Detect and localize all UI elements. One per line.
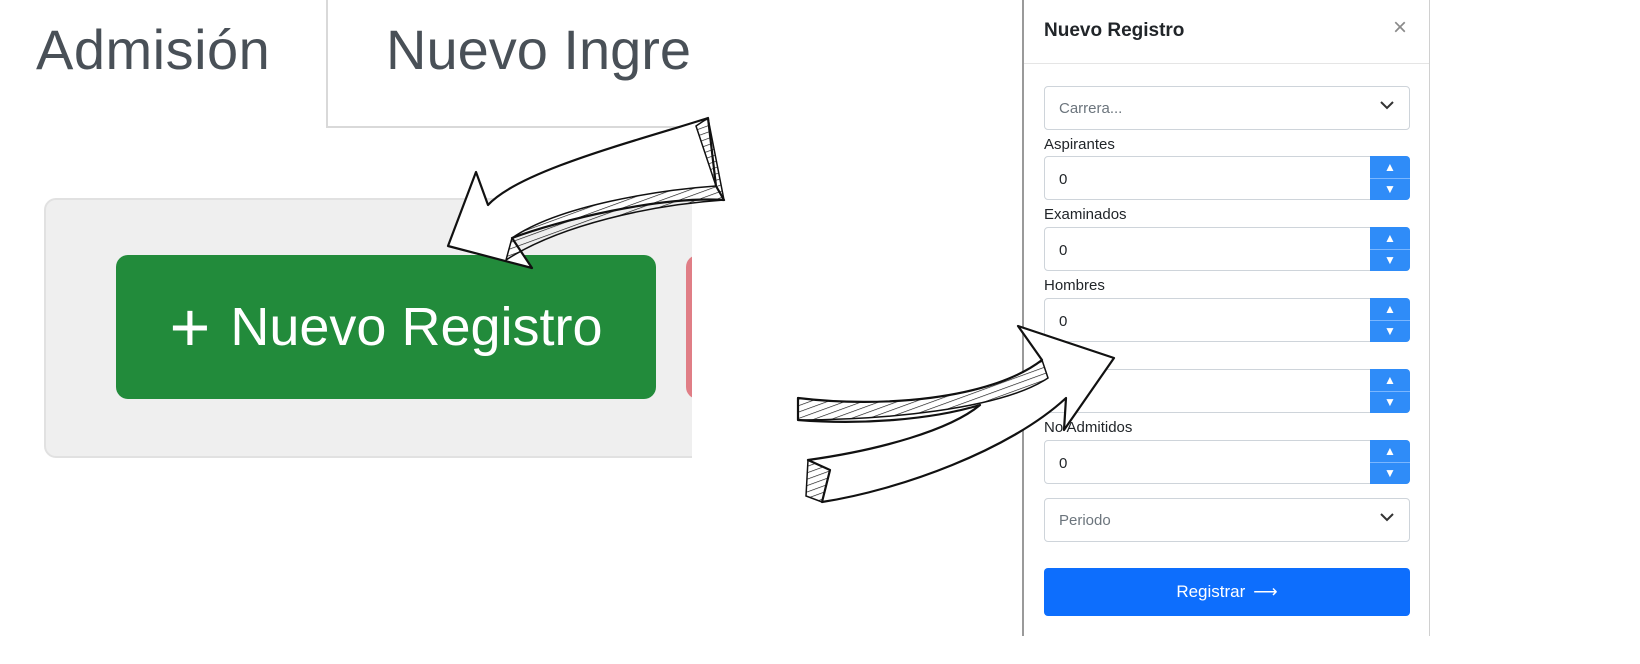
plus-icon: + [169,288,211,366]
modal-header: Nuevo Registro × [1024,0,1429,64]
new-record-modal: Nuevo Registro × Carrera... Aspirantes 0… [1022,0,1430,636]
register-button[interactable]: Registrar ⟶ [1044,568,1410,616]
aspirantes-value: 0 [1059,171,1068,188]
period-select-placeholder: Periodo [1059,512,1111,529]
zoomed-crop: Admisión Nuevo Ingre + Nuevo Registro [0,0,692,664]
field-label-aspirantes: Aspirantes [1044,136,1115,153]
examinados-stepper[interactable]: ▲ ▼ [1370,227,1410,271]
no-admitidos-value: 0 [1059,455,1068,472]
modal-title: Nuevo Registro [1044,20,1185,41]
hombres-input[interactable]: 0 ▲ ▼ [1044,298,1410,342]
hombres-stepper[interactable]: ▲ ▼ [1370,298,1410,342]
register-button-label: Registrar [1176,582,1246,601]
career-select[interactable]: Carrera... [1044,86,1410,130]
secondary-button-partial[interactable] [686,255,692,399]
field-label-hombres: Hombres [1044,277,1105,294]
aspirantes-input[interactable]: 0 ▲ ▼ [1044,156,1410,200]
mujeres-value: 0 [1059,384,1068,401]
aspirantes-stepper[interactable]: ▲ ▼ [1370,156,1410,200]
close-icon[interactable]: × [1393,16,1407,40]
chevron-down-icon[interactable]: ▼ [1370,179,1410,201]
new-record-button-label: Nuevo Registro [230,297,603,357]
tab-nuevo-ingreso[interactable]: Nuevo Ingre [326,0,692,128]
examinados-input[interactable]: 0 ▲ ▼ [1044,227,1410,271]
hombres-value: 0 [1059,313,1068,330]
tab-admision-label: Admisión [36,18,271,81]
tab-admision[interactable]: Admisión [36,22,270,78]
chevron-down-icon[interactable]: ▼ [1370,392,1410,414]
field-label-no-admitidos: No Admitidos [1044,419,1133,436]
period-select[interactable]: Periodo [1044,498,1410,542]
chevron-up-icon[interactable]: ▲ [1370,369,1410,392]
career-select-placeholder: Carrera... [1059,100,1123,117]
no-admitidos-stepper[interactable]: ▲ ▼ [1370,440,1410,484]
chevron-down-icon[interactable]: ▼ [1370,250,1410,272]
chevron-down-icon[interactable]: ▼ [1370,321,1410,343]
mujeres-input[interactable]: 0 ▲ ▼ [1044,369,1410,413]
chevron-up-icon[interactable]: ▲ [1370,156,1410,179]
chevron-down-icon [1380,101,1394,110]
examinados-value: 0 [1059,242,1068,259]
field-label-examinados: Examinados [1044,206,1127,223]
chevron-up-icon[interactable]: ▲ [1370,298,1410,321]
chevron-up-icon[interactable]: ▲ [1370,440,1410,463]
no-admitidos-input[interactable]: 0 ▲ ▼ [1044,440,1410,484]
field-label-mujeres: Mujeres [1044,348,1098,365]
new-record-button[interactable]: + Nuevo Registro [116,255,656,399]
chevron-down-icon [1380,513,1394,522]
mujeres-stepper[interactable]: ▲ ▼ [1370,369,1410,413]
arrow-right-icon: ⟶ [1253,582,1278,601]
chevron-down-icon[interactable]: ▼ [1370,463,1410,485]
chevron-up-icon[interactable]: ▲ [1370,227,1410,250]
tab-nuevo-ingreso-label: Nuevo Ingre [386,18,692,81]
